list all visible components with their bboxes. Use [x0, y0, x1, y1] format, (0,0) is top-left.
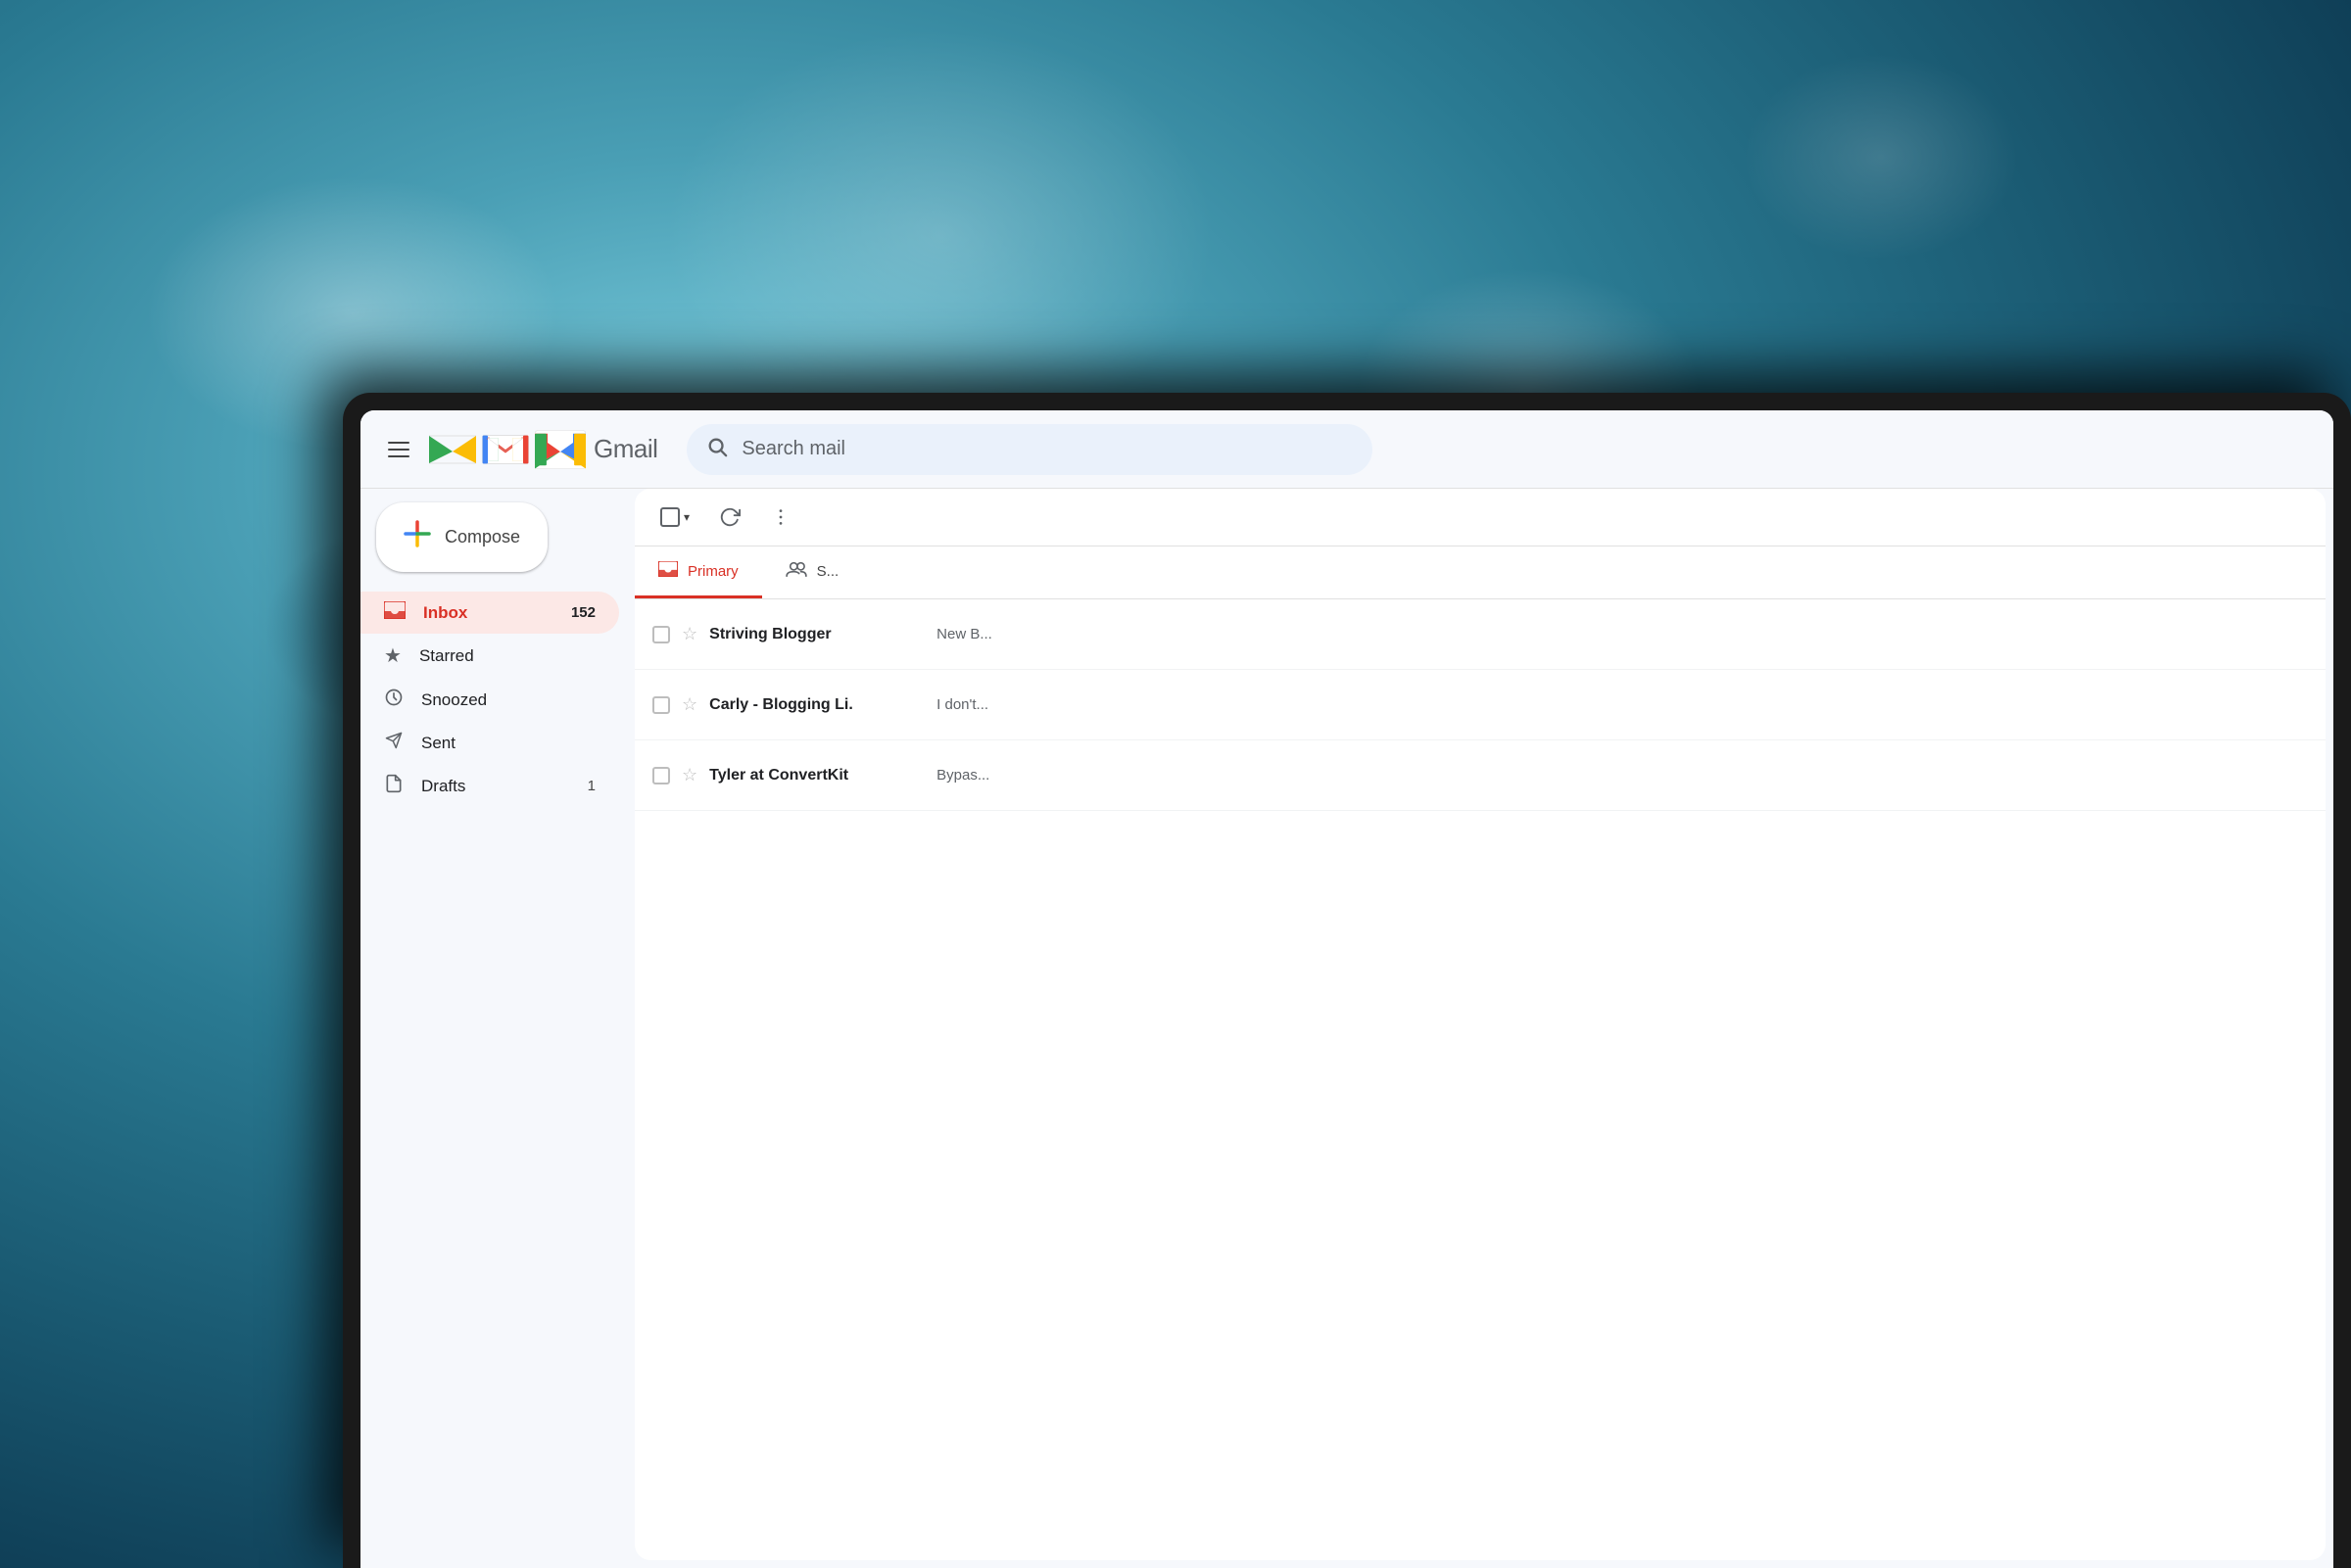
refresh-button[interactable]	[711, 499, 748, 536]
sidebar-item-sent[interactable]: Sent	[360, 722, 619, 764]
tabs-row: Primary S...	[635, 546, 2326, 599]
tab-social[interactable]: S...	[762, 546, 863, 598]
sidebar-item-inbox[interactable]: Inbox 152	[360, 592, 619, 634]
menu-button[interactable]	[380, 434, 417, 465]
email-checkbox[interactable]	[652, 626, 670, 643]
primary-tab-label: Primary	[688, 563, 739, 580]
email-star-icon[interactable]: ☆	[682, 765, 697, 785]
email-checkbox[interactable]	[652, 696, 670, 714]
compose-button[interactable]: Compose	[376, 502, 548, 572]
email-sender: Striving Blogger	[709, 626, 925, 643]
sidebar-item-snoozed[interactable]: Snoozed	[360, 678, 619, 722]
gmail-m-logo	[429, 432, 476, 467]
laptop-frame: Gmail Search mail	[343, 393, 2351, 1568]
gmail-app: Gmail Search mail	[360, 410, 2333, 1568]
starred-label: Starred	[419, 646, 474, 666]
gmail-logo-area: Gmail	[429, 430, 657, 469]
gmail-m-final	[535, 430, 586, 469]
email-toolbar: ▾	[635, 489, 2326, 546]
search-input-placeholder: Search mail	[742, 438, 845, 460]
search-icon	[706, 436, 728, 463]
email-preview: I don't...	[936, 696, 2308, 713]
snoozed-icon	[384, 688, 404, 712]
hamburger-line-1	[388, 442, 409, 444]
sidebar: Compose Inbox 152	[360, 489, 635, 1568]
email-star-icon[interactable]: ☆	[682, 624, 697, 644]
select-all-button[interactable]: ▾	[652, 499, 697, 535]
app-header: Gmail Search mail	[360, 410, 2333, 489]
email-star-icon[interactable]: ☆	[682, 694, 697, 715]
refresh-icon	[719, 506, 741, 528]
hamburger-line-3	[388, 455, 409, 457]
gmail-wordmark: Gmail	[594, 434, 657, 464]
email-content-area: ▾	[635, 489, 2326, 1560]
hamburger-line-2	[388, 449, 409, 451]
compose-plus-icon	[404, 520, 431, 554]
compose-label: Compose	[445, 527, 520, 547]
email-sender: Tyler at ConvertKit	[709, 767, 925, 784]
drafts-icon	[384, 774, 404, 798]
social-tab-label: S...	[817, 563, 840, 580]
sent-label: Sent	[421, 734, 456, 753]
sidebar-item-drafts[interactable]: Drafts 1	[360, 764, 619, 808]
email-preview: New B...	[936, 626, 2308, 642]
more-options-button[interactable]	[762, 499, 799, 536]
email-row[interactable]: ☆ Striving Blogger New B...	[635, 599, 2326, 670]
email-preview: Bypas...	[936, 767, 2308, 784]
email-list: ☆ Striving Blogger New B... ☆ Carly - Bl…	[635, 599, 2326, 1560]
email-checkbox[interactable]	[652, 767, 670, 784]
email-row[interactable]: ☆ Carly - Blogging Li. I don't...	[635, 670, 2326, 740]
gmail-logo-icon	[482, 432, 529, 467]
drafts-label: Drafts	[421, 777, 465, 796]
social-tab-icon	[786, 560, 807, 582]
select-checkbox	[660, 507, 680, 527]
snoozed-label: Snoozed	[421, 690, 487, 710]
screen-bezel: Gmail Search mail	[360, 410, 2333, 1568]
tab-primary[interactable]: Primary	[635, 546, 762, 598]
select-dropdown-icon: ▾	[684, 510, 690, 524]
inbox-icon	[384, 601, 406, 624]
email-sender: Carly - Blogging Li.	[709, 696, 925, 714]
sidebar-item-starred[interactable]: ★ Starred	[360, 634, 619, 678]
sent-icon	[384, 732, 404, 754]
email-row[interactable]: ☆ Tyler at ConvertKit Bypas...	[635, 740, 2326, 811]
search-bar[interactable]: Search mail	[687, 424, 1372, 475]
starred-icon: ★	[384, 643, 402, 668]
drafts-badge: 1	[588, 778, 596, 794]
gmail-main-area: Compose Inbox 152	[360, 489, 2333, 1568]
more-vert-icon	[770, 506, 792, 528]
inbox-badge: 152	[571, 604, 596, 621]
inbox-label: Inbox	[423, 603, 467, 623]
primary-tab-icon	[658, 561, 678, 581]
